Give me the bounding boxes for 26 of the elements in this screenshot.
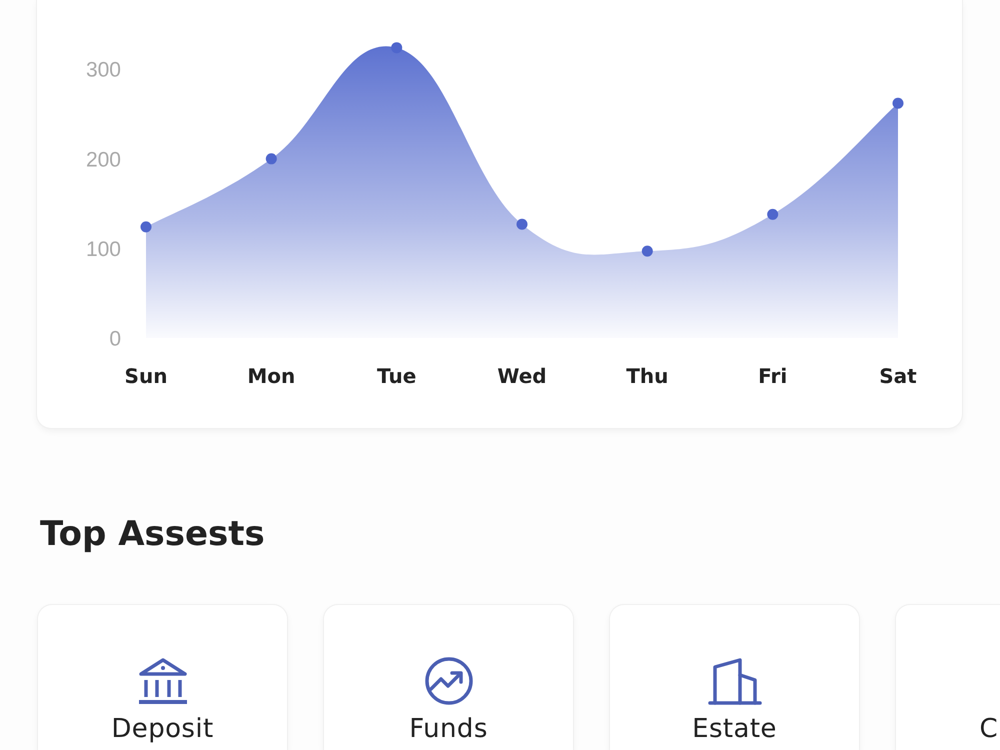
bank-icon [138,657,188,705]
x-axis-label: Fri [758,364,788,388]
y-axis-label: 200 [86,148,121,172]
asset-card[interactable]: Deposit [38,605,287,750]
data-point [892,98,904,109]
data-point [642,246,653,257]
x-axis-label: Wed [497,364,547,388]
x-axis-label: Sun [124,364,168,388]
x-axis-label: Tue [377,364,416,388]
y-axis-label: 300 [86,58,121,82]
x-axis-label: Mon [247,364,296,388]
section-title: Top Assests [40,514,265,554]
data-point [767,208,778,220]
data-point [391,42,402,54]
data-point [140,221,152,232]
x-axis-label: Sat [879,364,917,388]
trend-chart-icon [424,657,472,705]
data-point [516,218,528,230]
building-icon [708,657,762,705]
asset-card[interactable]: Estate [610,605,859,750]
y-axis-label: 0 [109,328,121,350]
asset-card[interactable]: C [896,605,1000,750]
data-point [266,153,277,164]
x-axis-label: Thu [626,364,668,388]
y-axis-label: 100 [86,238,121,261]
asset-card[interactable]: Funds [324,605,573,750]
